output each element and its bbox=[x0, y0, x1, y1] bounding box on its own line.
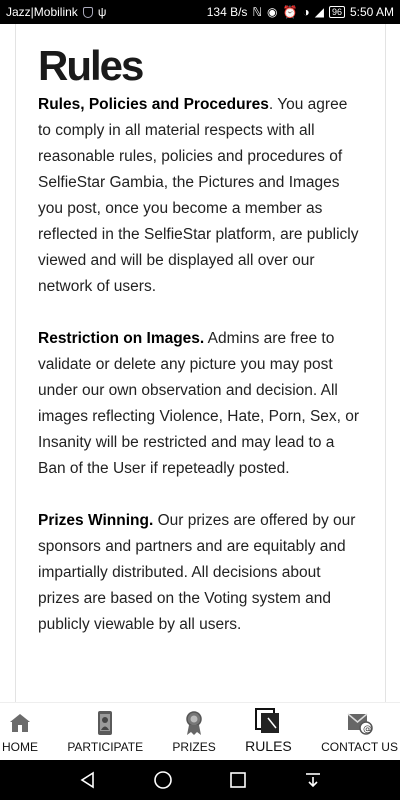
system-nav-bar bbox=[0, 760, 400, 800]
restriction-images-section: Restriction on Images. Admins are free t… bbox=[38, 326, 363, 482]
section-heading: Restriction on Images. bbox=[38, 330, 205, 347]
network-speed: 134 B/s bbox=[206, 5, 248, 19]
battery-icon: 96 bbox=[328, 6, 345, 18]
nav-participate[interactable]: PARTICIPATE bbox=[67, 710, 143, 754]
page-title: Rules bbox=[38, 42, 144, 89]
back-icon[interactable] bbox=[76, 768, 100, 792]
section-heading: Rules, Policies and Procedures bbox=[38, 96, 269, 113]
section-body: Our prizes are offered by our sponsors a… bbox=[38, 512, 356, 633]
svg-text:@: @ bbox=[363, 725, 372, 735]
prizes-winning-section: Prizes Winning. Our prizes are offered b… bbox=[38, 508, 363, 638]
section-body: . You agree to comply in all material re… bbox=[38, 96, 359, 295]
clock: 5:50 AM bbox=[349, 5, 394, 19]
medal-icon bbox=[181, 710, 207, 736]
nav-home[interactable]: HOME bbox=[2, 710, 38, 754]
content-scroll-area[interactable]: Rules Rules, Policies and Procedures. Yo… bbox=[0, 24, 400, 702]
alarm-icon: ⏰ bbox=[282, 5, 298, 19]
nav-label: PRIZES bbox=[172, 740, 216, 754]
nav-label: HOME bbox=[2, 740, 38, 754]
home-icon bbox=[7, 710, 33, 736]
status-bar: Jazz|Mobilink ψ 134 B/s ℕ ◉ ⏰ ◑ ◢ 96 5:5… bbox=[0, 0, 400, 24]
signal-icon: ◢ bbox=[314, 5, 324, 19]
rules-policies-section: Rules, Policies and Procedures. You agre… bbox=[38, 92, 363, 300]
shield-icon bbox=[82, 6, 93, 18]
nav-prizes[interactable]: PRIZES bbox=[172, 710, 216, 754]
contact-icon: @ bbox=[347, 710, 373, 736]
rules-card: Rules Rules, Policies and Procedures. Yo… bbox=[15, 24, 386, 702]
nav-label: CONTACT US bbox=[321, 740, 398, 754]
nfc-icon: ℕ bbox=[252, 5, 263, 19]
home-circle-icon[interactable] bbox=[151, 768, 175, 792]
carrier-name: Jazz|Mobilink bbox=[6, 5, 78, 19]
recents-icon[interactable] bbox=[226, 768, 250, 792]
nav-label: PARTICIPATE bbox=[67, 740, 144, 754]
nav-rules[interactable]: RULES bbox=[245, 708, 292, 754]
section-body: Admins are free to validate or delete an… bbox=[38, 330, 360, 477]
status-left: Jazz|Mobilink ψ bbox=[6, 5, 106, 19]
notifications-pull-icon[interactable] bbox=[301, 768, 325, 792]
eye-icon: ◉ bbox=[267, 5, 278, 19]
nav-label: RULES bbox=[245, 738, 292, 754]
status-right: 134 B/s ℕ ◉ ⏰ ◑ ◢ 96 5:50 AM bbox=[207, 5, 394, 19]
wifi-icon: ◑ bbox=[302, 5, 310, 19]
nav-contact-us[interactable]: @ CONTACT US bbox=[321, 710, 398, 754]
participate-icon bbox=[92, 710, 118, 736]
usb-icon: ψ bbox=[97, 5, 107, 19]
section-heading: Prizes Winning. bbox=[38, 512, 154, 529]
bottom-nav: HOME PARTICIPATE PRIZES RULES @ CONTACT … bbox=[0, 702, 400, 760]
rules-icon bbox=[255, 708, 281, 734]
